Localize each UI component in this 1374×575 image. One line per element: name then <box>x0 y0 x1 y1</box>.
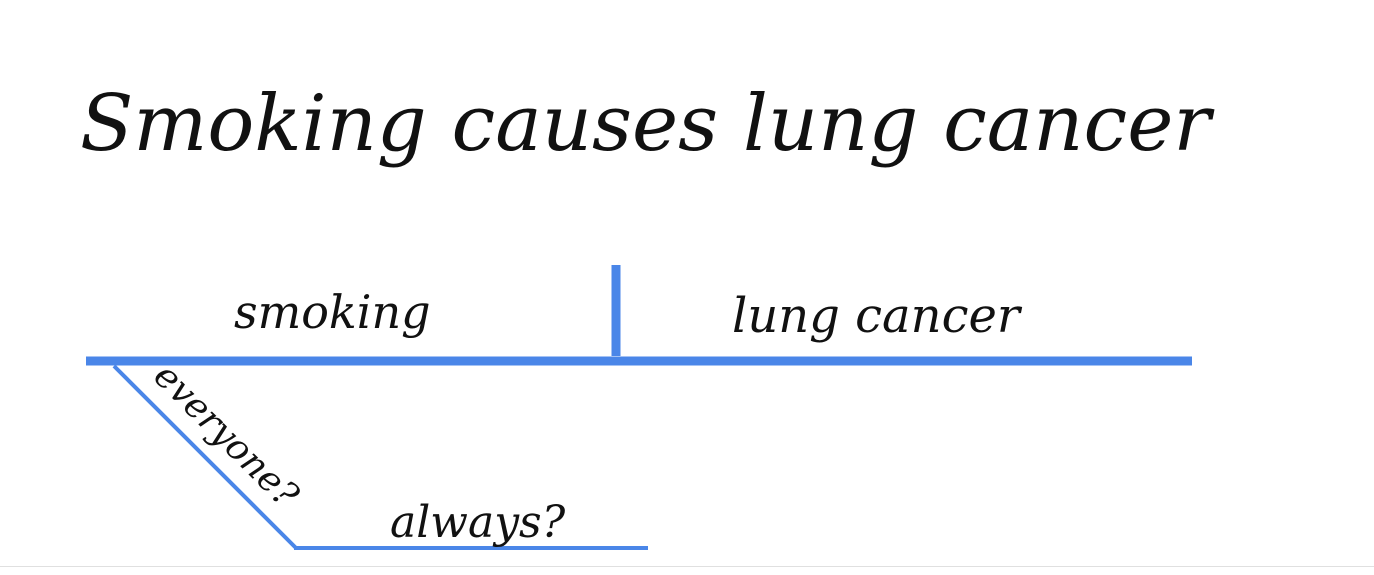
sentence-diagram-canvas: Smoking causes lung cancer smoking lung … <box>0 0 1374 570</box>
sentence-title: Smoking causes lung cancer <box>80 79 1215 169</box>
subject-label: smoking <box>234 285 431 339</box>
bottom-divider <box>0 566 1374 567</box>
sentence-diagram: Smoking causes lung cancer smoking lung … <box>80 79 1215 550</box>
modifier-always-label: always? <box>390 497 566 548</box>
predicate-label: lung cancer <box>732 288 1023 344</box>
modifier-everyone-label: everyone? <box>146 355 307 516</box>
